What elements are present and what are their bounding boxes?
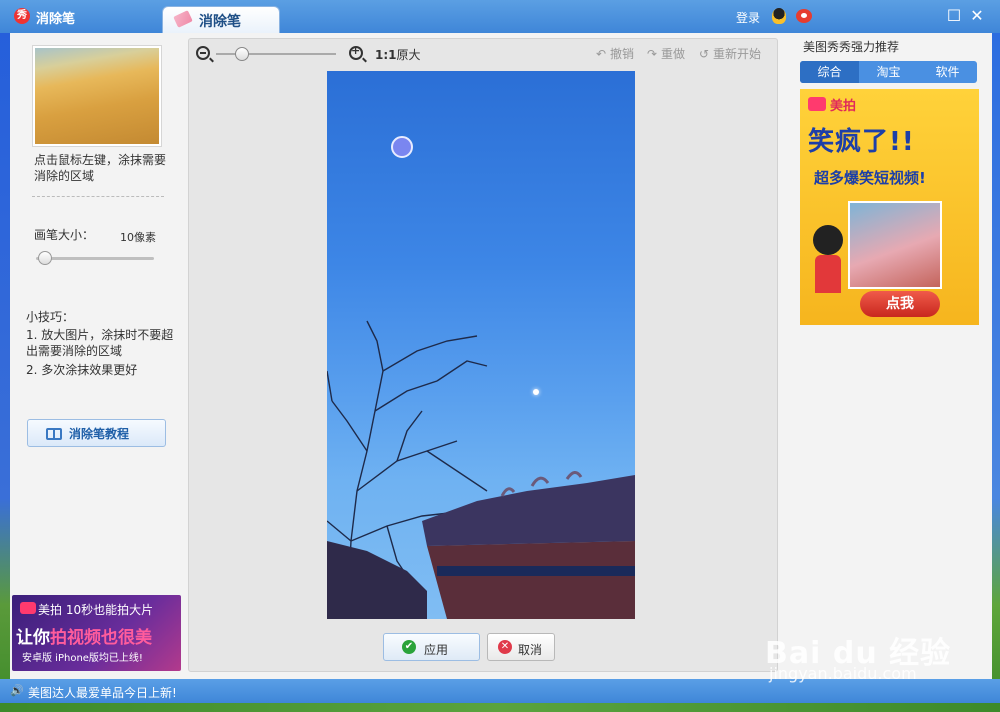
tab-taobao[interactable]: 淘宝 bbox=[859, 61, 918, 83]
brush-size-slider[interactable] bbox=[36, 257, 154, 260]
apply-button[interactable]: ✔ 应用 bbox=[383, 633, 480, 661]
eraser-icon bbox=[173, 10, 193, 28]
title-bar: 秀 消除笔 消除笔 登录 ☐ ✕ bbox=[0, 0, 1000, 33]
preview-thumbnail bbox=[32, 45, 162, 147]
meipai-logo-icon bbox=[20, 602, 36, 614]
cancel-label: 取消 bbox=[518, 643, 543, 657]
app-title: 消除笔 bbox=[36, 12, 76, 27]
desktop-edge-left bbox=[0, 0, 10, 712]
app-logo-icon: 秀 bbox=[14, 8, 30, 24]
zoom-in-icon[interactable] bbox=[349, 44, 363, 60]
canvas-area: 1:1原大 ↶撤销 ↷重做 ↺重新开始 bbox=[188, 38, 778, 672]
status-announcement[interactable]: 美图达人最爱单品今日上新! bbox=[28, 684, 177, 701]
recommend-title: 美图秀秀强力推荐 bbox=[803, 40, 900, 54]
ad-brand: 美拍 bbox=[830, 99, 857, 114]
speaker-icon: 🔊 bbox=[10, 684, 24, 697]
photo-canvas[interactable] bbox=[327, 71, 635, 619]
desktop-edge-right bbox=[992, 0, 1000, 712]
recommend-tabs: 综合 淘宝 软件 bbox=[800, 61, 977, 83]
cancel-button[interactable]: ✕ 取消 bbox=[487, 633, 555, 661]
tab-eraser[interactable]: 消除笔 bbox=[162, 6, 280, 33]
cancel-icon: ✕ bbox=[498, 640, 512, 654]
meipai-logo-icon bbox=[808, 97, 826, 111]
tab-software[interactable]: 软件 bbox=[918, 61, 977, 83]
brush-cursor bbox=[391, 136, 413, 158]
zoom-slider-handle[interactable] bbox=[235, 47, 249, 61]
eraser-tutorial-button[interactable]: 消除笔教程 bbox=[27, 419, 166, 447]
restart-icon: ↺ bbox=[699, 47, 710, 61]
ad-headline: 笑疯了!! bbox=[808, 127, 915, 157]
qq-icon[interactable] bbox=[772, 8, 786, 24]
meipai-banner-ad[interactable]: 美拍 10秒也能拍大片 让你拍视频也很美 安卓版 iPhone版均已上线! bbox=[12, 595, 181, 671]
ad-video-thumbnail bbox=[848, 201, 942, 289]
undo-icon: ↶ bbox=[596, 47, 607, 61]
moon bbox=[533, 389, 539, 395]
tutorial-label: 消除笔教程 bbox=[69, 427, 130, 441]
tab-comprehensive[interactable]: 综合 bbox=[800, 61, 859, 83]
tips-title: 小技巧： bbox=[26, 310, 75, 324]
tab-label: 消除笔 bbox=[199, 14, 241, 30]
book-icon bbox=[46, 428, 62, 440]
ad-line-1: 美拍 10秒也能拍大片 bbox=[38, 603, 154, 617]
baidu-watermark: Bai du 经验 jingyan.baidu.com bbox=[765, 628, 965, 688]
redo-button[interactable]: ↷ 重做 bbox=[647, 45, 685, 62]
divider bbox=[32, 196, 164, 197]
meipai-video-ad[interactable]: 美拍 笑疯了!! 超多爆笑短视频! 点我 bbox=[800, 89, 979, 325]
watermark-url: jingyan.baidu.com bbox=[769, 664, 917, 683]
zoom-slider[interactable] bbox=[216, 53, 336, 55]
right-panel: 美图秀秀强力推荐 综合 淘宝 软件 美拍 笑疯了!! 超多爆笑短视频! 点我 bbox=[788, 33, 992, 679]
usage-hint: 点击鼠标左键，涂抹需要消除的区域 bbox=[34, 153, 167, 183]
brush-size-value: 10像素 bbox=[120, 231, 156, 244]
close-button[interactable]: ✕ bbox=[968, 7, 986, 25]
undo-button[interactable]: ↶ 撤销 bbox=[596, 45, 634, 62]
ad-cartoon-figure bbox=[808, 225, 848, 297]
left-panel: 点击鼠标左键，涂抹需要消除的区域 画笔大小： 10像素 小技巧： 1. 放大图片… bbox=[10, 33, 188, 679]
maximize-button[interactable]: ☐ bbox=[945, 7, 963, 25]
photo-scene bbox=[327, 320, 635, 619]
zoom-out-icon[interactable] bbox=[196, 46, 210, 60]
restart-button[interactable]: ↺ 重新开始 bbox=[699, 45, 761, 62]
redo-icon: ↷ bbox=[647, 47, 658, 61]
login-link[interactable]: 登录 bbox=[736, 9, 760, 26]
temple-roof bbox=[422, 475, 635, 546]
tip-item: 1. 放大图片，涂抹时不要超出需要消除的区域 bbox=[26, 328, 174, 358]
brush-size-label: 画笔大小： bbox=[34, 228, 95, 242]
weibo-icon[interactable] bbox=[796, 9, 812, 23]
apply-label: 应用 bbox=[424, 643, 449, 657]
tip-item: 2. 多次涂抹效果更好 bbox=[26, 363, 138, 377]
ad-line-2: 让你拍视频也很美 bbox=[16, 628, 152, 648]
brush-size-slider-handle[interactable] bbox=[38, 251, 52, 265]
ad-subline: 超多爆笑短视频! bbox=[814, 169, 926, 187]
ad-line-3: 安卓版 iPhone版均已上线! bbox=[22, 653, 143, 664]
main-window: 点击鼠标左键，涂抹需要消除的区域 画笔大小： 10像素 小技巧： 1. 放大图片… bbox=[10, 33, 992, 679]
checkmark-icon: ✔ bbox=[402, 640, 416, 654]
desktop-bottom bbox=[0, 703, 1000, 712]
ad-click-button[interactable]: 点我 bbox=[860, 291, 940, 317]
actual-size-button[interactable]: 1:1原大 bbox=[375, 46, 421, 63]
